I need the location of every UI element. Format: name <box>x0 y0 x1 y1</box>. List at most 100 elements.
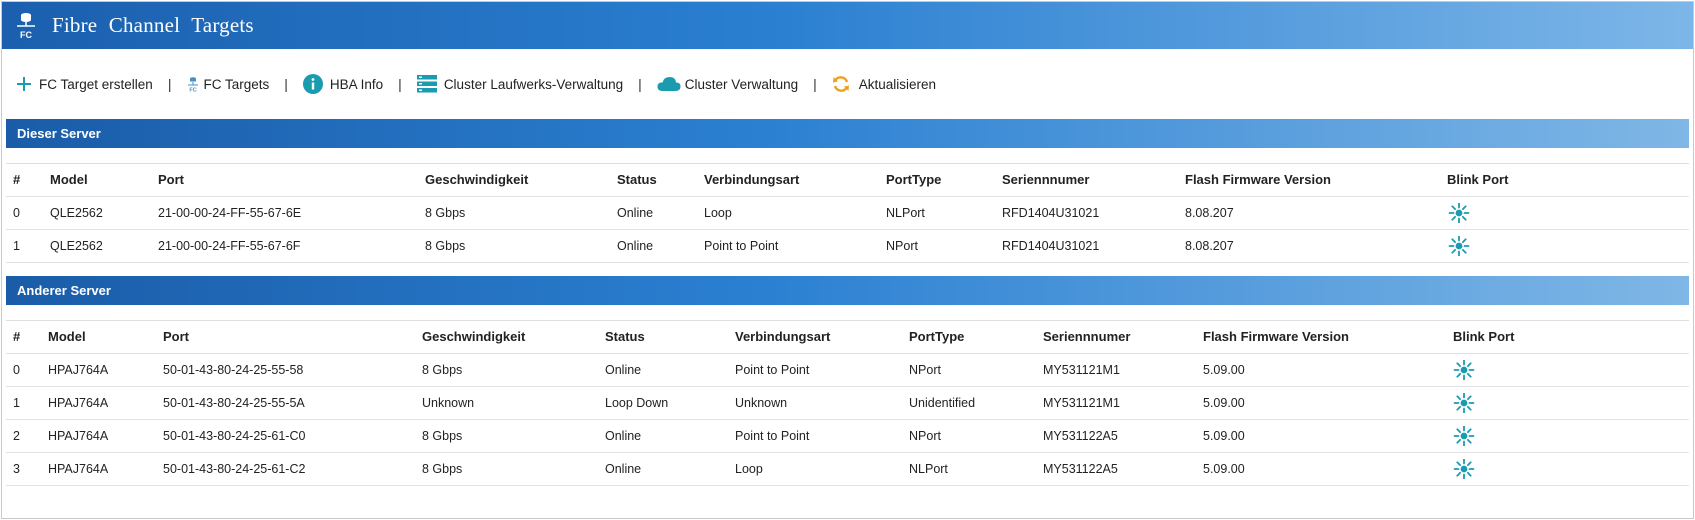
toolbar: FC Target erstellen | FC FC Targets | HB… <box>2 49 1693 119</box>
col-header-port: Port <box>158 172 184 187</box>
section-header-this-server: Dieser Server <box>6 119 1689 148</box>
toolbar-separator: | <box>398 76 402 92</box>
toolbar-separator: | <box>167 76 172 92</box>
blink-port-icon[interactable] <box>1452 459 1476 479</box>
cell-status: Online <box>617 206 654 220</box>
cell-model: HPAJ764A <box>48 396 109 410</box>
cell-model: HPAJ764A <box>48 462 109 476</box>
cell-status: Online <box>617 239 654 253</box>
cell-port: 21-00-00-24-FF-55-67-6F <box>158 239 301 253</box>
col-header-blink: Blink Port <box>1453 329 1515 344</box>
create-fc-target-button[interactable]: FC Target erstellen <box>16 76 153 92</box>
section-header-other-server: Anderer Server <box>6 276 1689 305</box>
cell-serial: MY531121M1 <box>1043 363 1120 377</box>
cell-speed: 8 Gbps <box>425 239 466 253</box>
col-header-connection: Verbindungsart <box>735 329 831 344</box>
toolbar-separator: | <box>813 76 817 92</box>
col-header-porttype: PortType <box>886 172 942 187</box>
col-header-index: # <box>13 172 21 187</box>
cell-index: 0 <box>13 206 20 220</box>
cell-connection: Loop <box>704 206 732 220</box>
blink-port-icon[interactable] <box>1452 426 1476 446</box>
cell-port: 50-01-43-80-24-25-55-58 <box>163 363 304 377</box>
table-row[interactable]: 3 HPAJ764A 50-01-43-80-24-25-61-C2 8 Gbp… <box>6 453 1689 486</box>
cell-speed: 8 Gbps <box>422 462 463 476</box>
create-fc-target-label: FC Target erstellen <box>39 76 153 92</box>
cell-porttype: NPort <box>909 429 941 443</box>
refresh-label: Aktualisieren <box>858 76 937 92</box>
blink-port-icon[interactable] <box>1447 236 1471 256</box>
col-header-connection: Verbindungsart <box>704 172 800 187</box>
cell-connection: Unknown <box>735 396 788 410</box>
cluster-management-button[interactable]: Cluster Verwaltung <box>657 76 798 92</box>
cell-model: HPAJ764A <box>48 429 109 443</box>
blink-port-icon[interactable] <box>1452 393 1476 413</box>
cell-model: QLE2562 <box>50 239 103 253</box>
cell-porttype: NLPort <box>909 462 948 476</box>
col-header-speed: Geschwindigkeit <box>422 329 526 344</box>
cell-porttype: NPort <box>909 363 941 377</box>
cell-firmware: 8.08.207 <box>1185 239 1234 253</box>
cell-index: 1 <box>13 396 20 410</box>
page-title: Fibre Channel Targets <box>52 13 254 37</box>
cell-port: 50-01-43-80-24-25-61-C0 <box>163 429 306 443</box>
col-header-status: Status <box>605 329 645 344</box>
col-header-status: Status <box>617 172 657 187</box>
svg-text:FC: FC <box>190 88 197 93</box>
cell-serial: MY531121M1 <box>1043 396 1120 410</box>
toolbar-separator: | <box>638 76 642 92</box>
info-icon <box>302 74 323 94</box>
cell-index: 1 <box>13 239 20 253</box>
table-row[interactable]: 1 QLE2562 21-00-00-24-FF-55-67-6F 8 Gbps… <box>6 230 1689 263</box>
cell-model: HPAJ764A <box>48 363 109 377</box>
cell-porttype: NLPort <box>886 206 925 220</box>
this-server-table: # Model Port Geschwindigkeit Status Verb… <box>6 163 1689 263</box>
blink-port-icon[interactable] <box>1447 203 1471 223</box>
cluster-drive-management-label: Cluster Laufwerks-Verwaltung <box>443 76 624 92</box>
table-row[interactable]: 2 HPAJ764A 50-01-43-80-24-25-61-C0 8 Gbp… <box>6 420 1689 453</box>
cell-serial: RFD1404U31021 <box>1002 239 1100 253</box>
cell-speed: 8 Gbps <box>425 206 466 220</box>
col-header-model: Model <box>50 172 88 187</box>
cell-port: 21-00-00-24-FF-55-67-6E <box>158 206 302 220</box>
table-row[interactable]: 0 HPAJ764A 50-01-43-80-24-25-55-58 8 Gbp… <box>6 354 1689 387</box>
table-header-row: # Model Port Geschwindigkeit Status Verb… <box>6 321 1689 354</box>
cluster-drive-management-button[interactable]: Cluster Laufwerks-Verwaltung <box>416 75 624 93</box>
cluster-management-label: Cluster Verwaltung <box>684 76 799 92</box>
section-title: Dieser Server <box>17 126 101 141</box>
fc-logo-icon: FC <box>12 10 40 42</box>
cell-speed: Unknown <box>422 396 475 410</box>
table-header-row: # Model Port Geschwindigkeit Status Verb… <box>6 164 1689 197</box>
cell-status: Online <box>605 429 642 443</box>
col-header-port: Port <box>163 329 189 344</box>
cell-port: 50-01-43-80-24-25-55-5A <box>163 396 305 410</box>
col-header-firmware: Flash Firmware Version <box>1185 172 1331 187</box>
cell-index: 2 <box>13 429 20 443</box>
fc-targets-window: FC Fibre Channel Targets FC Target erste… <box>1 1 1694 519</box>
toolbar-separator: | <box>284 76 288 92</box>
cell-status: Loop Down <box>605 396 669 410</box>
cell-connection: Point to Point <box>735 429 810 443</box>
cloud-icon <box>657 76 681 92</box>
fc-targets-button[interactable]: FC FC Targets <box>186 76 269 92</box>
cell-serial: RFD1404U31021 <box>1002 206 1100 220</box>
cell-connection: Loop <box>735 462 763 476</box>
cluster-drives-icon <box>416 75 437 93</box>
col-header-porttype: PortType <box>909 329 965 344</box>
blink-port-icon[interactable] <box>1452 360 1476 380</box>
col-header-blink: Blink Port <box>1447 172 1509 187</box>
cell-status: Online <box>605 462 642 476</box>
title-bar: FC Fibre Channel Targets <box>2 2 1693 49</box>
table-row[interactable]: 0 QLE2562 21-00-00-24-FF-55-67-6E 8 Gbps… <box>6 197 1689 230</box>
cell-connection: Point to Point <box>704 239 779 253</box>
table-row[interactable]: 1 HPAJ764A 50-01-43-80-24-25-55-5A Unkno… <box>6 387 1689 420</box>
refresh-button[interactable]: Aktualisieren <box>832 75 936 93</box>
plus-icon <box>16 76 32 92</box>
cell-firmware: 5.09.00 <box>1203 462 1245 476</box>
cell-connection: Point to Point <box>735 363 810 377</box>
col-header-firmware: Flash Firmware Version <box>1203 329 1349 344</box>
col-header-speed: Geschwindigkeit <box>425 172 529 187</box>
col-header-index: # <box>13 329 21 344</box>
hba-info-button[interactable]: HBA Info <box>302 74 383 94</box>
cell-porttype: Unidentified <box>909 396 976 410</box>
